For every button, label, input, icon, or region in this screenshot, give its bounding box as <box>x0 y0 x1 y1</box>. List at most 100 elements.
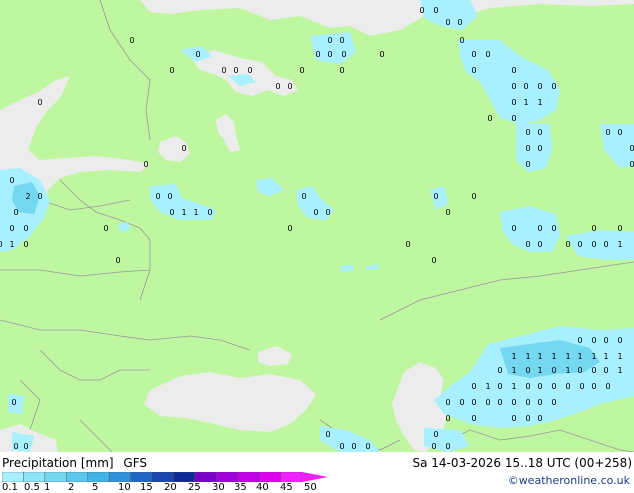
color-scale-swatch <box>173 472 196 482</box>
precip-value-label: 1 <box>537 366 542 375</box>
color-scale-swatch <box>258 472 281 482</box>
precip-value-label: 0 <box>23 224 28 233</box>
precip-value-label: 0 <box>565 382 570 391</box>
precip-value-label: 0 <box>497 398 502 407</box>
precip-value-label: 0 <box>405 240 410 249</box>
precip-value-label: 0 <box>537 398 542 407</box>
precip-value-label: 0 <box>339 66 344 75</box>
color-scale-swatch <box>44 472 67 482</box>
precip-value-label: 0 <box>445 18 450 27</box>
precip-value-label: 0 <box>233 66 238 75</box>
color-scale-swatch <box>108 472 131 482</box>
precip-value-label: 0 <box>115 256 120 265</box>
precip-value-label: 0 <box>181 144 186 153</box>
precip-value-label: 0 <box>315 50 320 59</box>
precip-value-label: 1 <box>577 352 582 361</box>
precip-value-label: 0 <box>37 98 42 107</box>
precip-value-label: 0 <box>431 442 436 451</box>
precip-value-label: 0 <box>419 6 424 15</box>
precip-value-label: 0 <box>325 208 330 217</box>
precip-value-label: 0 <box>551 366 556 375</box>
precip-value-label: 0 <box>525 160 530 169</box>
precip-value-label: 0 <box>577 240 582 249</box>
precip-value-label: 0 <box>525 128 530 137</box>
precip-value-label: 0 <box>497 366 502 375</box>
precip-value-label: 0 <box>129 36 134 45</box>
precip-value-label: 0 <box>591 336 596 345</box>
precip-value-label: 0 <box>325 430 330 439</box>
precip-value-label: 0 <box>459 36 464 45</box>
precip-value-label: 0 <box>525 144 530 153</box>
precip-value-label: 1 <box>9 240 14 249</box>
color-scale-tick-label: 0.1 <box>2 482 18 493</box>
forecast-datetime: Sa 14-03-2026 15..18 UTC (00+258) <box>412 456 632 470</box>
precip-value-label: 0 <box>169 66 174 75</box>
precip-value-label: 0 <box>617 224 622 233</box>
color-scale-tick-label: 40 <box>256 482 269 493</box>
model-name: GFS <box>123 456 147 470</box>
color-scale-tick-label: 15 <box>140 482 153 493</box>
precip-value-label: 0 <box>287 224 292 233</box>
footer-bar: Precipitation [mm] GFS Sa 14-03-2026 15.… <box>0 452 634 493</box>
site-credit[interactable]: ©weatheronline.co.uk <box>508 474 630 487</box>
color-scale-swatch <box>216 472 238 482</box>
precip-value-label: 0 <box>577 336 582 345</box>
precip-value-label: 0 <box>23 442 28 451</box>
precip-value-label: 0 <box>617 128 622 137</box>
precip-value-label: 0 <box>485 50 490 59</box>
precip-value-label: 0 <box>525 382 530 391</box>
precip-value-label: 0 <box>9 224 14 233</box>
precip-value-label: 0 <box>537 224 542 233</box>
precip-value-label: 0 <box>299 66 304 75</box>
precip-value-label: 0 <box>579 382 584 391</box>
precip-value-label: 0 <box>525 366 530 375</box>
precip-value-label: 0 <box>169 208 174 217</box>
precip-value-label: 0 <box>13 208 18 217</box>
precip-value-label: 0 <box>617 336 622 345</box>
color-scale-tick-label: 25 <box>188 482 201 493</box>
precip-value-label: 0 <box>511 66 516 75</box>
precip-value-label: 0 <box>591 240 596 249</box>
precip-value-label: 0 <box>591 382 596 391</box>
precip-value-label: 0 <box>471 66 476 75</box>
color-scale-tick-label: 45 <box>280 482 293 493</box>
color-scale-tick-label: 10 <box>118 482 131 493</box>
precip-value-label: 0 <box>551 398 556 407</box>
precip-value-label: 1 <box>617 366 622 375</box>
precip-value-label: 0 <box>497 382 502 391</box>
precip-value-label: 0 <box>629 144 634 153</box>
color-scale-tick-label: 5 <box>92 482 99 493</box>
precip-value-label: 0 <box>365 442 370 451</box>
precip-value-label: 0 <box>433 430 438 439</box>
precip-value-label: 0 <box>445 208 450 217</box>
precip-value-label: 0 <box>459 398 464 407</box>
precip-value-label: 0 <box>11 398 16 407</box>
precip-value-label: 0 <box>605 128 610 137</box>
precip-value-label: 2 <box>25 192 30 201</box>
precip-value-label: 0 <box>471 382 476 391</box>
color-scale-swatch <box>23 472 46 482</box>
precip-value-label: 0 <box>379 50 384 59</box>
precip-value-label: 0 <box>537 414 542 423</box>
precip-value-label: 0 <box>471 50 476 59</box>
precip-value-label: 0 <box>103 224 108 233</box>
color-scale-swatch <box>280 472 303 482</box>
precip-value-label: 0 <box>511 398 516 407</box>
precip-value-label: 0 <box>275 82 280 91</box>
precip-value-label: 1 <box>511 366 516 375</box>
precip-value-label: 0 <box>511 82 516 91</box>
color-scale-arrow <box>302 472 328 482</box>
precip-value-label: 0 <box>471 398 476 407</box>
precip-value-label: 0 <box>327 36 332 45</box>
color-scale <box>2 472 328 482</box>
color-scale-tick-label: 0.5 <box>24 482 40 493</box>
precip-value-label: 1 <box>485 382 490 391</box>
precip-value-label: 0 <box>485 398 490 407</box>
precip-value-label: 0 <box>301 192 306 201</box>
precip-value-label: 0 <box>537 128 542 137</box>
precip-value-label: 0 <box>327 50 332 59</box>
precip-value-label: 0 <box>605 382 610 391</box>
precip-value-label: 0 <box>537 82 542 91</box>
precip-value-label: 0 <box>551 382 556 391</box>
precip-value-label: 0 <box>445 442 450 451</box>
